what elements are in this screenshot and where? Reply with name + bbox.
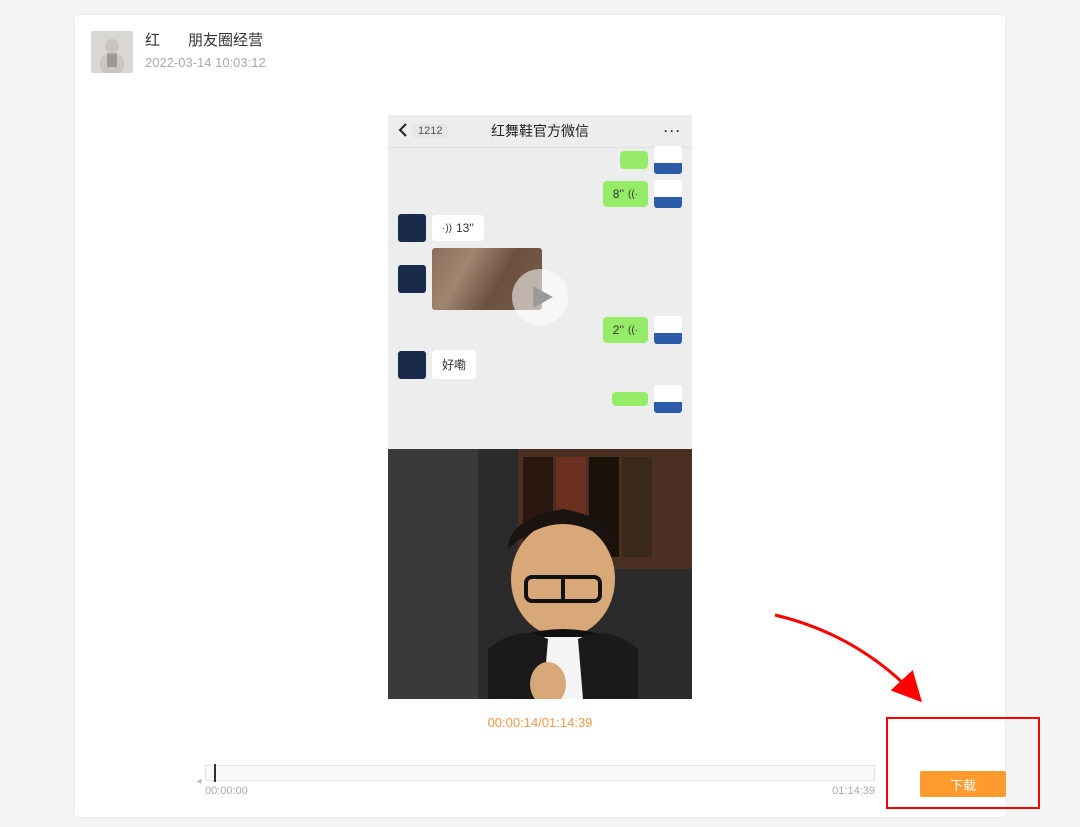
timeline[interactable]: ◂ 00:00:00 01:14:39 xyxy=(205,765,875,797)
video-timecode: 00:00:14/01:14:39 xyxy=(488,715,593,730)
avatar-icon xyxy=(654,180,682,208)
video-player[interactable]: 1212 红舞鞋官方微信 ··· 8''((· xyxy=(388,115,692,699)
voice-msg: ·))13'' xyxy=(432,215,484,241)
timeline-handle[interactable] xyxy=(214,764,216,782)
avatar-icon xyxy=(654,316,682,344)
voice-msg: 2''((· xyxy=(603,317,648,343)
timeline-track[interactable] xyxy=(205,765,875,781)
avatar-icon xyxy=(398,351,426,379)
post-timestamp: 2022-03-14 10:03:12 xyxy=(145,55,266,70)
chevron-left-icon[interactable]: ◂ xyxy=(193,765,205,797)
more-icon: ··· xyxy=(664,124,682,138)
voice-msg xyxy=(612,392,648,406)
post-header: 红朋友圈经营 2022-03-14 10:03:12 xyxy=(91,31,266,73)
avatar-icon xyxy=(654,385,682,413)
chat-title: 红舞鞋官方微信 xyxy=(388,121,692,141)
timeline-start: 00:00:00 xyxy=(205,785,248,797)
video-frame-webcam xyxy=(388,449,692,699)
text-msg: 好嘞 xyxy=(432,350,476,379)
voice-msg xyxy=(620,151,648,169)
post-card: 红朋友圈经营 2022-03-14 10:03:12 1212 红舞鞋官方微信 … xyxy=(75,15,1005,817)
post-title: 红朋友圈经营 xyxy=(145,31,266,51)
timeline-end: 01:14:39 xyxy=(832,785,875,797)
video-frame-chat: 1212 红舞鞋官方微信 ··· 8''((· xyxy=(388,115,692,449)
download-highlight: 下载 xyxy=(886,717,1040,809)
poster-avatar xyxy=(91,31,133,73)
play-icon[interactable] xyxy=(512,269,568,325)
avatar-icon xyxy=(654,146,682,174)
voice-msg: 8''((· xyxy=(603,181,648,207)
download-button[interactable]: 下载 xyxy=(920,771,1006,797)
avatar-icon xyxy=(398,265,426,293)
avatar-icon xyxy=(398,214,426,242)
